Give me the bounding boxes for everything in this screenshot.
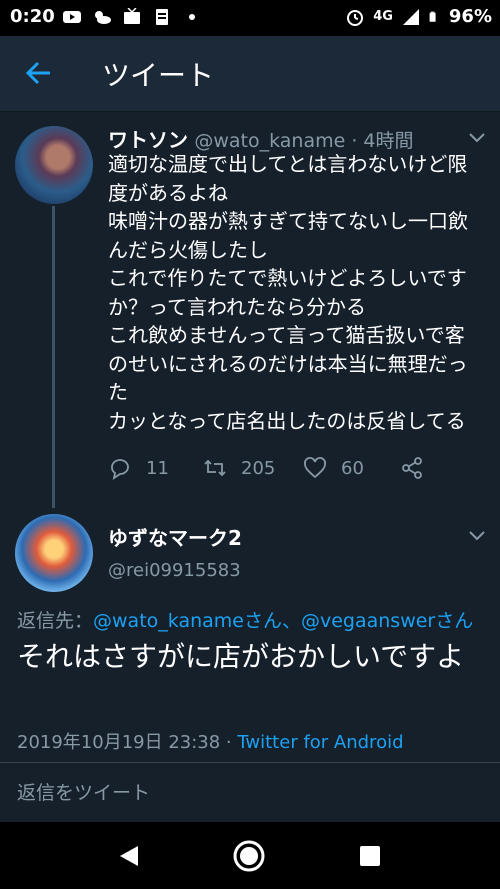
alarm-icon xyxy=(347,9,364,26)
app-bar: ツイート xyxy=(0,36,500,112)
status-bar: 0:20 4G 96% xyxy=(0,0,500,36)
reply-icon xyxy=(111,459,129,480)
nav-recents-icon[interactable] xyxy=(360,846,380,866)
signal-icon xyxy=(402,8,419,25)
tv-icon xyxy=(124,8,140,24)
reply-count: 11 xyxy=(146,457,169,479)
system-nav-bar xyxy=(0,822,500,889)
battery-percent: 96% xyxy=(448,6,492,27)
chevron-down-icon[interactable] xyxy=(468,132,486,144)
divider xyxy=(0,762,500,763)
tweet-line: んだら火傷したし xyxy=(108,237,268,262)
dot-icon xyxy=(189,14,195,20)
reply-client-link[interactable]: Twitter for Android xyxy=(237,732,403,753)
notification-icons xyxy=(62,8,202,26)
nav-back-icon[interactable] xyxy=(118,844,140,868)
reply-text: それはさすがに店がおかしいですよ xyxy=(17,640,465,673)
status-time: 0:20 xyxy=(10,6,55,27)
page-title: ツイート xyxy=(102,59,215,92)
tweet-line: のせいにされるのだけは本当に無理だっ xyxy=(108,351,468,376)
reply-to-prefix: 返信先： xyxy=(17,610,94,632)
tweet-line: か？って言われたなら分かる xyxy=(108,294,366,319)
tweet-actions: 11 205 60 xyxy=(108,456,438,484)
avatar[interactable] xyxy=(15,514,93,592)
chevron-down-icon[interactable] xyxy=(468,530,486,542)
like-count: 60 xyxy=(341,457,364,479)
tweet-line: 度があるよね xyxy=(108,180,228,205)
nav-home-icon[interactable] xyxy=(232,839,266,873)
weather-icon xyxy=(95,11,111,24)
reply-author-handle: @rei09915583 xyxy=(108,560,241,581)
retweet-icon xyxy=(204,459,226,477)
thread-connector xyxy=(52,206,55,508)
clipboard-icon xyxy=(156,9,168,25)
reply-button[interactable]: 11 xyxy=(108,456,169,480)
heart-icon xyxy=(304,457,326,479)
avatar[interactable] xyxy=(15,126,93,204)
tweet-line: これ飲めませんって言って猫舌扱いで客 xyxy=(108,323,465,347)
tweet-line: これで作りたてで熱いけどよろしいです xyxy=(108,266,467,290)
youtube-icon xyxy=(63,11,81,23)
share-icon xyxy=(402,457,422,479)
like-button[interactable]: 60 xyxy=(303,456,364,480)
network-type: 4G xyxy=(373,9,393,24)
retweet-button[interactable]: 205 xyxy=(203,456,275,480)
tweet-header: ワトソン @wato_kaname · 4時間 xyxy=(108,124,414,153)
author-handle-time: @wato_kaname · 4時間 xyxy=(194,130,414,152)
share-button[interactable] xyxy=(400,456,424,480)
battery-icon xyxy=(429,11,436,22)
reply-metadata: 2019年10月19日 23:38 · Twitter for Android xyxy=(17,728,404,754)
tweet-line: 適切な温度で出してとは言わないけど限 xyxy=(108,152,468,176)
tweet-line: た xyxy=(108,380,128,404)
reply-to-line: 返信先：@wato_kanameさん、@vegaanswerさん xyxy=(17,606,473,633)
system-icons: 4G 96% xyxy=(345,6,492,27)
tweet-text: 適切な温度で出してとは言わないけど限 度があるよね 味噌汁の器が熱すぎて持てない… xyxy=(108,150,488,435)
retweet-count: 205 xyxy=(241,457,276,479)
arrow-left-icon[interactable] xyxy=(22,56,56,90)
tweet-line: 味噌汁の器が熱すぎて持てないし一口飲 xyxy=(108,209,468,233)
reply-author-name[interactable]: ゆずなマーク2 xyxy=(108,522,242,551)
reply-to-mentions[interactable]: @wato_kanameさん、@vegaanswerさん xyxy=(93,610,473,632)
reply-date: 2019年10月19日 23:38 · xyxy=(17,732,238,753)
tweet-line: カッとなって店名出したのは反省してる xyxy=(108,408,466,433)
reply-composer-input[interactable]: 返信をツイート xyxy=(17,778,150,805)
author-name[interactable]: ワトソン xyxy=(108,128,188,152)
